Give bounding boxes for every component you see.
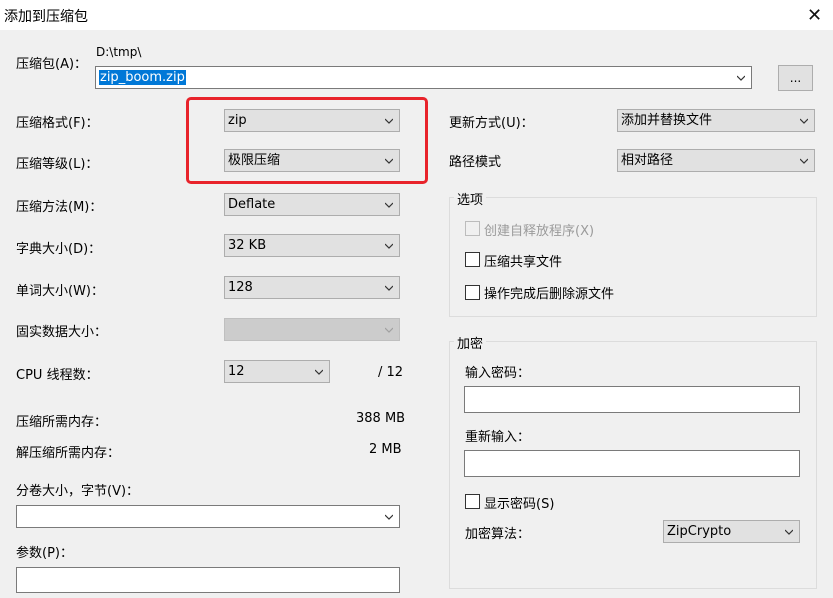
update-select[interactable]: 添加并替换文件 xyxy=(617,109,815,132)
method-value: Deflate xyxy=(228,197,276,212)
archive-filename-combo[interactable]: zip_boom.zip xyxy=(95,66,752,89)
method-select[interactable]: Deflate xyxy=(224,193,400,216)
show-password-label: 显示密码(S) xyxy=(484,497,555,512)
close-button[interactable]: ✕ xyxy=(796,0,833,30)
chevron-down-icon xyxy=(385,514,393,520)
update-label: 更新方式(U)： xyxy=(449,116,534,131)
path-mode-label: 路径模式 xyxy=(449,155,502,170)
level-label: 压缩等级(L)： xyxy=(16,157,99,172)
encryption-method-select[interactable]: ZipCrypto xyxy=(663,520,800,543)
chevron-down-icon xyxy=(315,369,323,375)
archive-path: D:\tmp\ xyxy=(96,45,142,59)
reenter-label: 重新输入： xyxy=(465,430,531,445)
encryption-method-value: ZipCrypto xyxy=(667,524,732,539)
mem-compress-value: 388 MB xyxy=(356,411,406,426)
encryption-title: 加密 xyxy=(454,333,487,352)
reenter-password-input[interactable] xyxy=(464,450,800,477)
chevron-down-icon xyxy=(800,118,808,124)
mem-decompress-label: 解压缩所需内存： xyxy=(16,446,121,461)
dict-value: 32 KB xyxy=(228,238,267,253)
delete-label: 操作完成后删除源文件 xyxy=(484,287,615,302)
word-select[interactable]: 128 xyxy=(224,276,400,299)
sfx-checkbox xyxy=(465,221,480,236)
encryption-method-label: 加密算法： xyxy=(465,527,531,542)
sfx-label: 创建自释放程序(X) xyxy=(484,224,595,239)
options-title: 选项 xyxy=(454,189,487,208)
title-bar: 添加到压缩包 ✕ xyxy=(0,0,833,30)
shared-checkbox[interactable] xyxy=(465,252,480,267)
shared-label: 压缩共享文件 xyxy=(484,255,563,270)
chevron-down-icon xyxy=(737,75,745,81)
cpu-select[interactable]: 12 xyxy=(224,360,330,383)
show-password-checkbox[interactable] xyxy=(465,494,480,509)
password-label: 输入密码： xyxy=(465,366,531,381)
window-title: 添加到压缩包 xyxy=(4,9,88,25)
path-mode-value: 相对路径 xyxy=(621,153,674,168)
dict-label: 字典大小(D)： xyxy=(16,242,102,257)
archive-label: 压缩包(A)： xyxy=(16,57,88,72)
format-label: 压缩格式(F)： xyxy=(16,116,99,131)
method-label: 压缩方法(M)： xyxy=(16,200,103,215)
chevron-down-icon xyxy=(385,202,393,208)
cpu-max: / 12 xyxy=(378,365,404,380)
mem-compress-label: 压缩所需内存： xyxy=(16,415,108,430)
word-label: 单词大小(W)： xyxy=(16,284,104,299)
update-value: 添加并替换文件 xyxy=(621,113,713,128)
solid-select xyxy=(224,318,400,341)
chevron-down-icon xyxy=(385,243,393,249)
chevron-down-icon xyxy=(785,529,793,535)
password-input[interactable] xyxy=(464,386,800,413)
volume-select[interactable] xyxy=(16,505,400,528)
solid-label: 固实数据大小： xyxy=(16,325,108,340)
chevron-down-icon xyxy=(385,285,393,291)
cpu-label: CPU 线程数： xyxy=(16,368,99,383)
params-input[interactable] xyxy=(16,567,400,593)
close-icon: ✕ xyxy=(806,4,823,26)
chevron-down-icon xyxy=(385,327,393,333)
highlight-annotation xyxy=(186,97,428,184)
dict-select[interactable]: 32 KB xyxy=(224,234,400,257)
volume-label: 分卷大小，字节(V)： xyxy=(16,484,140,499)
path-mode-select[interactable]: 相对路径 xyxy=(617,149,815,172)
cpu-value: 12 xyxy=(228,364,245,379)
chevron-down-icon xyxy=(800,158,808,164)
word-value: 128 xyxy=(228,280,253,295)
delete-checkbox[interactable] xyxy=(465,285,480,300)
archive-filename: zip_boom.zip xyxy=(99,70,186,85)
browse-button[interactable]: ... xyxy=(778,65,813,91)
mem-decompress-value: 2 MB xyxy=(369,442,402,457)
params-label: 参数(P)： xyxy=(16,546,73,561)
